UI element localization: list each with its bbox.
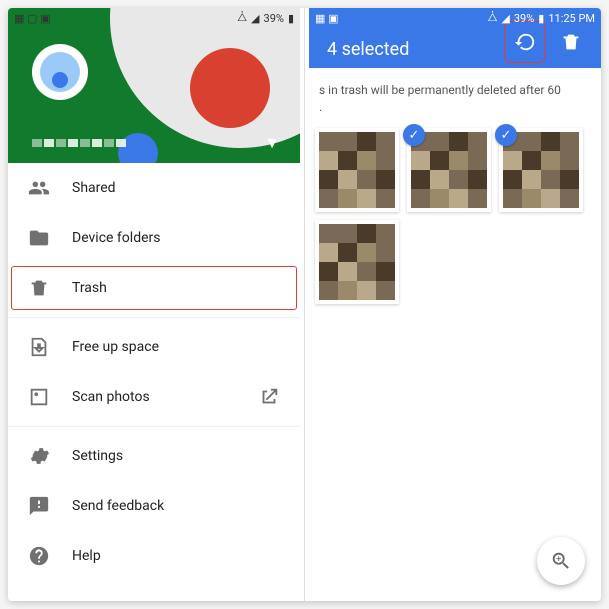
battery-icon: ▮ <box>538 12 544 25</box>
menu-item-free-up-space[interactable]: Free up space <box>8 322 300 372</box>
signal-icon: ◢ <box>501 12 509 25</box>
menu-item-send-feedback[interactable]: Send feedback <box>8 481 300 531</box>
zoom-in-icon <box>550 550 572 572</box>
menu-item-label: Device folders <box>72 230 280 246</box>
trash-icon <box>28 277 50 299</box>
account-switcher[interactable]: ▼ <box>32 133 280 153</box>
wifi-icon: ⧊ <box>237 11 247 25</box>
selection-count-title: 4 selected <box>327 39 497 60</box>
photo-thumb[interactable]: ✓ <box>315 128 399 212</box>
scan-icon <box>28 386 50 408</box>
signal-icon: ◢ <box>251 12 259 25</box>
photo-thumb[interactable]: ✓ <box>499 128 583 212</box>
battery-text: 39% <box>264 12 284 25</box>
nav-drawer: Shared Device folders Trash Free up space Sc… <box>8 163 300 601</box>
drawer-header: ▼ <box>8 8 300 163</box>
right-screenshot: 4 selected ▦ ▣ ⧊ ◢ 39% ▮ 11:25 PM s in t… <box>309 8 601 601</box>
chevron-down-icon: ▼ <box>264 133 280 153</box>
selected-check-icon: ✓ <box>403 124 425 146</box>
photo-thumb[interactable]: ✓ <box>315 220 399 304</box>
delete-forever-button[interactable] <box>553 24 589 60</box>
clock: 11:25 PM <box>548 12 595 25</box>
account-name-redacted <box>32 139 132 147</box>
freeup-icon <box>28 336 50 358</box>
trash-grid: ✓✓✓✓ <box>315 120 595 601</box>
zoom-fab[interactable] <box>537 537 585 585</box>
menu-item-label: Shared <box>72 180 280 196</box>
status-notif-icons: ▦ ▣ <box>315 12 339 25</box>
feedback-icon <box>28 495 50 517</box>
restore-icon <box>514 31 536 53</box>
folder-icon <box>28 227 50 249</box>
menu-item-label: Trash <box>72 280 280 296</box>
status-notif-icons: ▦ ▢ ▣ <box>14 12 51 25</box>
photo-thumb[interactable]: ✓ <box>407 128 491 212</box>
menu-item-settings[interactable]: Settings <box>8 431 300 481</box>
menu-item-label: Help <box>72 548 280 564</box>
open-external-icon <box>258 386 280 408</box>
menu-item-label: Scan photos <box>72 389 236 405</box>
menu-item-trash[interactable]: Trash <box>8 263 300 313</box>
left-screenshot: Album ▼ ▦ ▢ ▣ ⧊ ◢ 39% ▮ SharedDevice fol… <box>8 8 300 601</box>
menu-item-help[interactable]: Help <box>8 531 300 581</box>
battery-icon: ▮ <box>288 12 294 25</box>
menu-item-scan-photos[interactable]: Scan photos <box>8 372 300 422</box>
gear-icon <box>28 445 50 467</box>
menu-item-label: Free up space <box>72 339 280 355</box>
status-bar: ▦ ▣ ⧊ ◢ 39% ▮ 11:25 PM <box>309 8 601 28</box>
avatar[interactable] <box>32 44 88 100</box>
restore-button[interactable] <box>507 24 543 60</box>
selected-check-icon: ✓ <box>495 124 517 146</box>
menu-item-label: Send feedback <box>72 498 280 514</box>
menu-item-shared[interactable]: Shared <box>8 163 300 213</box>
menu-item-label: Settings <box>72 448 280 464</box>
people-icon <box>28 177 50 199</box>
menu-item-device-folders[interactable]: Device folders <box>8 213 300 263</box>
help-icon <box>28 545 50 567</box>
battery-text: 39% <box>514 12 534 25</box>
wifi-icon: ⧊ <box>488 11 498 25</box>
status-bar: ▦ ▢ ▣ ⧊ ◢ 39% ▮ <box>8 8 300 28</box>
trash-icon <box>560 31 582 53</box>
